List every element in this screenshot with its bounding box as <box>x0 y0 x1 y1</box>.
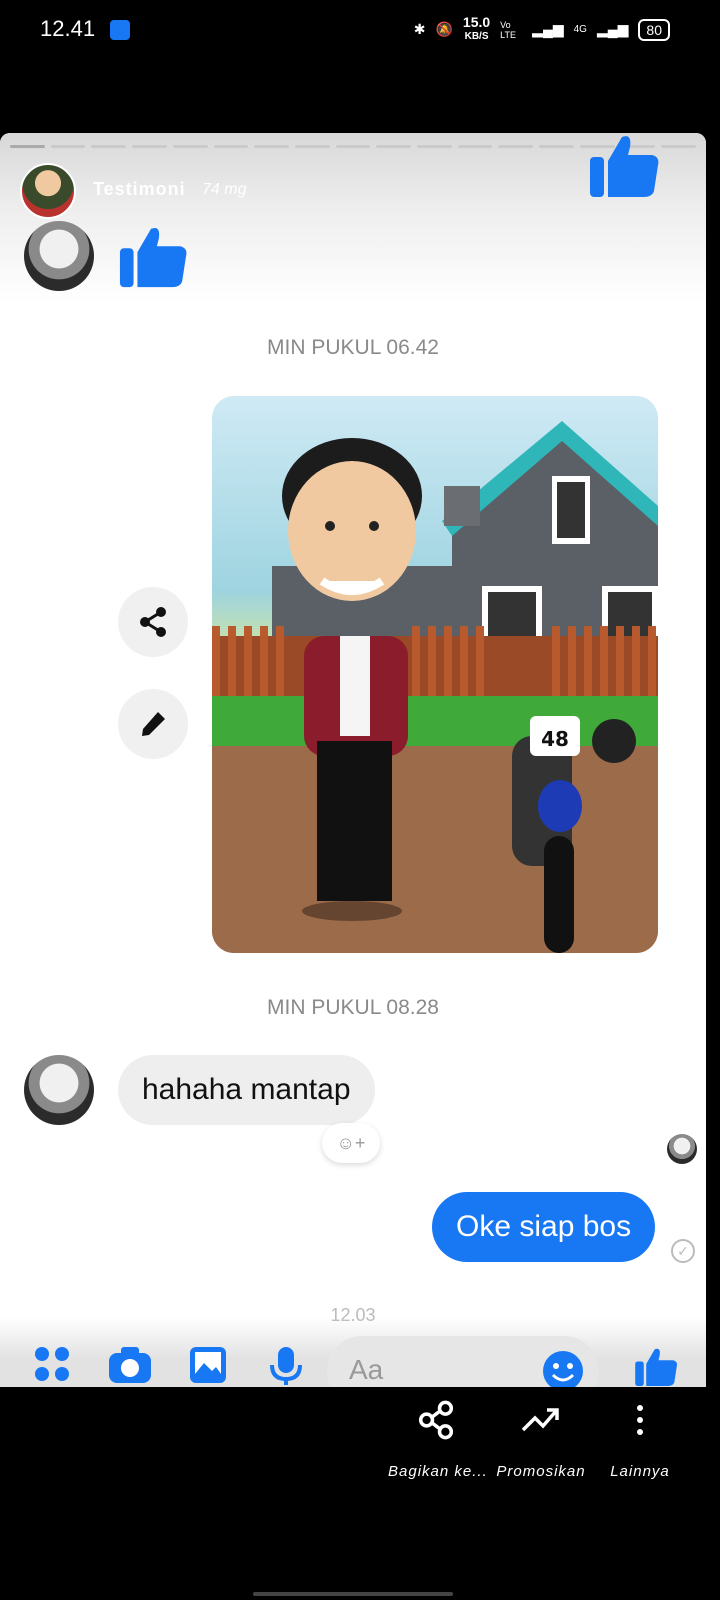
story-progress-segment <box>254 145 289 148</box>
caricature-illustration: 48 <box>212 421 658 953</box>
menu-grid-icon[interactable] <box>33 1345 71 1387</box>
network-label: 4G <box>573 24 587 35</box>
battery-indicator: 80 <box>638 18 670 41</box>
story-progress-segment <box>417 145 452 148</box>
status-bar: 12.41 ✱ 🔕 15.0 KB/S Vo LTE ▂▄▆ 4G ▂▄▆ 80 <box>0 0 720 60</box>
share-image-button[interactable] <box>118 587 188 657</box>
like-thumb-icon <box>118 221 188 293</box>
outgoing-message-bubble[interactable]: Oke siap bos <box>432 1192 656 1262</box>
story-viewer[interactable]: Testimoni 74 mg MIN PUKUL 06.42 48 MIN P… <box>0 133 706 1387</box>
share-icon <box>140 607 166 637</box>
camera-icon[interactable] <box>107 1345 153 1387</box>
story-progress-segment <box>539 145 574 148</box>
net-speed-value: 15.0 <box>462 14 491 30</box>
chat-timestamp: MIN PUKUL 06.42 <box>267 336 439 359</box>
microphone-icon[interactable] <box>268 1345 304 1387</box>
incoming-message-bubble[interactable]: hahaha mantap <box>118 1055 375 1125</box>
story-progress-segment <box>132 145 167 148</box>
story-progress-segment <box>213 145 249 148</box>
story-progress-segment <box>294 145 330 148</box>
like-button-icon[interactable] <box>634 1345 678 1387</box>
like-thumb-icon <box>588 133 660 199</box>
story-progress-segment <box>661 145 696 148</box>
story-progress-segment <box>335 145 371 148</box>
story-progress-segment <box>50 145 86 148</box>
bike-number: 48 <box>541 727 569 751</box>
contact-avatar[interactable] <box>24 221 94 291</box>
story-progress-segment <box>91 145 127 148</box>
status-time: 12.41 <box>40 16 96 41</box>
emoji-add-icon: ☺+ <box>336 1132 366 1153</box>
signal-icon: ▂▄▆ <box>532 21 564 37</box>
add-reaction-button[interactable]: ☺+ <box>322 1123 380 1163</box>
story-author-name[interactable]: Testimoni <box>93 179 186 200</box>
gallery-icon[interactable] <box>188 1345 228 1387</box>
delivered-check-icon: ✓ <box>671 1239 695 1263</box>
chat-timestamp: MIN PUKUL 08.28 <box>267 996 439 1019</box>
share-icon <box>418 1400 454 1440</box>
seen-avatar <box>667 1134 697 1164</box>
more-label: Lainnya <box>610 1463 670 1480</box>
mute-icon: 🔕 <box>435 21 453 37</box>
net-speed: 15.0 KB/S <box>462 14 491 43</box>
story-author-avatar[interactable] <box>20 163 76 219</box>
message-input[interactable]: Aa <box>327 1336 599 1387</box>
edit-image-button[interactable] <box>118 689 188 759</box>
status-icons: ✱ 🔕 15.0 KB/S Vo LTE ▂▄▆ 4G ▂▄▆ 80 <box>413 14 670 43</box>
signal-icon-2: ▂▄▆ <box>596 21 629 37</box>
pencil-icon <box>142 712 165 736</box>
bluetooth-icon: ✱ <box>413 21 426 37</box>
share-to-button[interactable]: Bagikan ke... <box>388 1400 488 1480</box>
story-age: 74 mg <box>202 181 247 198</box>
message-input-placeholder: Aa <box>349 1354 384 1385</box>
net-speed-unit: KB/S <box>464 31 489 42</box>
story-progress-segment <box>498 145 534 148</box>
promote-label: Promosikan <box>496 1463 586 1480</box>
trending-up-icon <box>521 1408 559 1432</box>
home-indicator[interactable] <box>253 1592 453 1596</box>
bluetooth-notification-icon <box>110 20 130 40</box>
story-progress-segment <box>10 145 45 148</box>
story-progress-segment <box>376 145 412 148</box>
volte-label: Vo LTE <box>500 19 517 40</box>
story-progress-segment <box>172 145 208 148</box>
shared-photo[interactable]: 48 <box>212 396 658 953</box>
more-vertical-icon <box>637 1405 643 1435</box>
more-button[interactable]: Lainnya <box>605 1400 675 1480</box>
promote-button[interactable]: Promosikan <box>494 1400 588 1480</box>
contact-avatar[interactable] <box>24 1055 94 1125</box>
story-progress-segment <box>457 145 493 148</box>
emoji-icon[interactable] <box>541 1349 585 1387</box>
share-to-label: Bagikan ke... <box>388 1463 488 1480</box>
